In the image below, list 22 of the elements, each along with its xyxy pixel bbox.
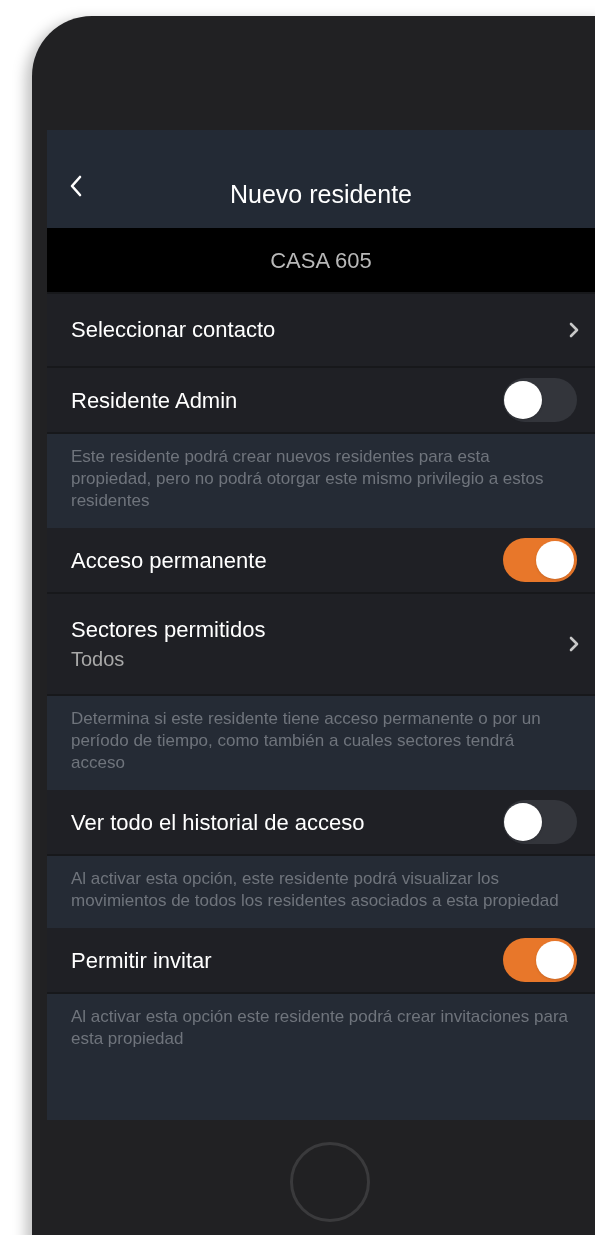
screen-title: Nuevo residente (229, 179, 413, 211)
info-text: Al activar esta opción, este residente podrá visualizar los movimientos de todos los residentes asociados a esta propiedad (71, 868, 560, 912)
row-value: Todos (71, 647, 126, 673)
chevron-right-icon (569, 322, 579, 338)
back-icon[interactable] (69, 174, 83, 198)
row-label: Residente Admin (71, 386, 238, 415)
row-label: Sectores permitidos (71, 615, 266, 644)
list-row[interactable]: Sectores permitidos Todos (47, 594, 595, 696)
info-text: Determina si este residente tiene acceso permanente o por un período de tiempo, como también a cuales sectores tendrá acceso (71, 708, 542, 774)
property-name: CASA 605 (270, 246, 372, 275)
toggle-switch[interactable] (503, 538, 577, 582)
info-text: Este residente podrá crear nuevos residentes para esta propiedad, pero no podrá otorgar este mismo privilegio a estos residentes (71, 446, 545, 512)
row-label: Acceso permanente (71, 546, 267, 575)
row-label: Seleccionar contacto (71, 316, 276, 344)
toggle-switch[interactable] (503, 378, 577, 422)
chevron-right-icon (569, 636, 579, 652)
row-label: Ver todo el historial de acceso (71, 808, 365, 837)
row-label: Permitir invitar (71, 946, 212, 975)
toggle-switch[interactable] (503, 800, 577, 844)
list-row[interactable]: Seleccionar contacto (47, 294, 595, 368)
info-text: Al activar esta opción este residente podrá crear invitaciones para esta propiedad (71, 1006, 570, 1050)
toggle-switch[interactable] (503, 938, 577, 982)
